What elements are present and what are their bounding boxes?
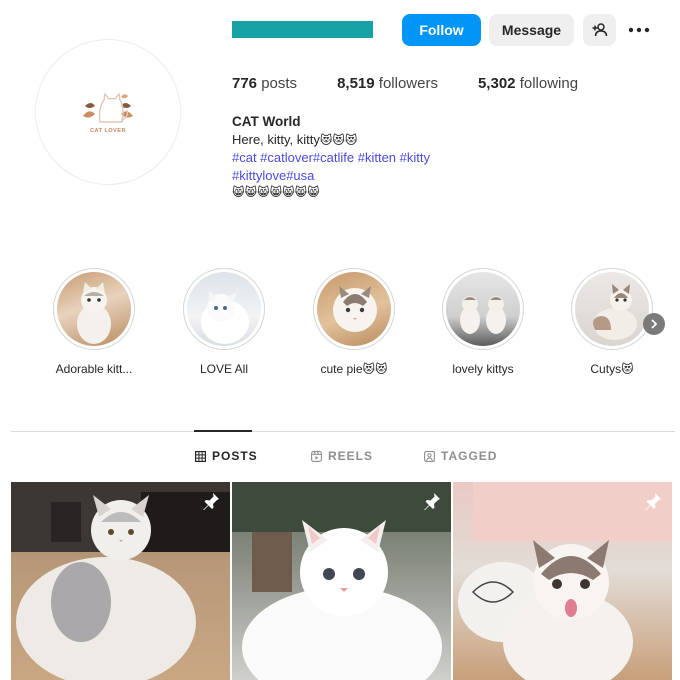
following-label: following <box>519 75 579 92</box>
cat-emoji-row: 😸😸😸😸😸😸😸 <box>232 185 320 199</box>
tab-label: REELS <box>328 449 374 463</box>
highlight-image <box>446 272 520 346</box>
bio-line: Here, kitty, kitty😻😻😻 <box>232 131 430 150</box>
highlight-cover[interactable] <box>183 268 265 350</box>
hashtags-line-2[interactable]: #kittylove#usa <box>232 167 430 185</box>
cat-photo <box>11 482 230 680</box>
followers-count: 8,519 <box>337 75 375 92</box>
highlight-label-text: cute pie <box>320 362 363 376</box>
highlight-label: LOVE All <box>199 362 249 376</box>
highlight-label: lovely kittys <box>452 362 514 376</box>
posts-stat: 776 posts <box>232 75 297 92</box>
tagged-icon <box>424 450 435 462</box>
more-options-button[interactable] <box>625 16 653 44</box>
highlight-label: Adorable kitt... <box>55 362 133 376</box>
bio-text: Here, kitty, kitty <box>232 131 320 147</box>
tabs-divider <box>11 431 675 432</box>
followers-stat[interactable]: 8,519 followers <box>337 75 438 92</box>
heart-eyes-emoji: 😻😻😻 <box>319 132 358 147</box>
highlight-label: Cutys😻 <box>547 362 677 376</box>
following-count: 5,302 <box>477 75 516 92</box>
highlight-cute-pie[interactable]: cute pie😻😻 <box>289 268 419 376</box>
reels-icon <box>311 450 322 462</box>
pin-icon <box>645 493 661 510</box>
highlight-cover[interactable] <box>571 268 653 350</box>
followers-label: followers <box>378 75 438 92</box>
highlight-image <box>317 272 391 346</box>
cat-photo <box>232 482 451 680</box>
message-button[interactable]: Message <box>489 14 574 46</box>
tab-label: POSTS <box>212 449 258 463</box>
heart-eyes-emoji: 😻😻 <box>362 362 388 376</box>
ellipsis-icon <box>628 27 650 33</box>
posts-label: posts <box>261 75 298 92</box>
heart-eyes-emoji: 😻 <box>621 362 634 376</box>
tab-posts[interactable]: POSTS <box>195 449 258 463</box>
avatar-logo-text: CAT LOVER <box>90 128 126 134</box>
tab-label: TAGGED <box>441 449 498 463</box>
profile-avatar[interactable]: CAT LOVER <box>35 39 181 185</box>
post-thumbnail[interactable] <box>232 482 451 680</box>
highlights-next-button[interactable] <box>643 313 665 335</box>
profile-stats: 776 posts 8,519 followers 5,302 followin… <box>232 75 578 92</box>
following-stat[interactable]: 5,302 following <box>478 75 578 92</box>
tab-reels[interactable]: REELS <box>311 449 373 463</box>
profile-bio: CAT World Here, kitty, kitty😻😻😻 #cat #ca… <box>232 113 430 202</box>
highlight-image <box>187 272 261 346</box>
suggest-user-button[interactable] <box>583 14 616 46</box>
chevron-right-icon <box>651 319 658 329</box>
highlight-image <box>575 272 649 346</box>
username-redacted <box>232 21 373 38</box>
pin-icon <box>203 493 219 510</box>
highlight-label: cute pie😻😻 <box>289 362 419 376</box>
active-tab-indicator <box>194 430 252 432</box>
cat-photo <box>458 482 672 680</box>
posts-count: 776 <box>232 75 258 92</box>
post-thumbnail[interactable] <box>453 482 672 680</box>
hashtags-line-1[interactable]: #cat #catlover#catlife #kitten #kitty <box>232 149 430 167</box>
highlight-cover[interactable] <box>53 268 135 350</box>
grid-icon <box>195 450 206 462</box>
highlight-adorable[interactable]: Adorable kitt... <box>29 268 159 376</box>
pin-icon <box>424 493 440 510</box>
follow-button[interactable]: Follow <box>402 14 481 46</box>
person-plus-icon <box>592 23 607 37</box>
post-thumbnail[interactable] <box>11 482 230 680</box>
highlight-cover[interactable] <box>442 268 524 350</box>
highlight-lovely-kittys[interactable]: lovely kittys <box>418 268 548 376</box>
highlight-image <box>57 272 131 346</box>
tab-tagged[interactable]: TAGGED <box>424 449 497 463</box>
highlight-love-all[interactable]: LOVE All <box>159 268 289 376</box>
highlight-label-text: Cutys <box>590 362 622 376</box>
profile-name: CAT World <box>232 114 301 129</box>
highlight-cover[interactable] <box>313 268 395 350</box>
